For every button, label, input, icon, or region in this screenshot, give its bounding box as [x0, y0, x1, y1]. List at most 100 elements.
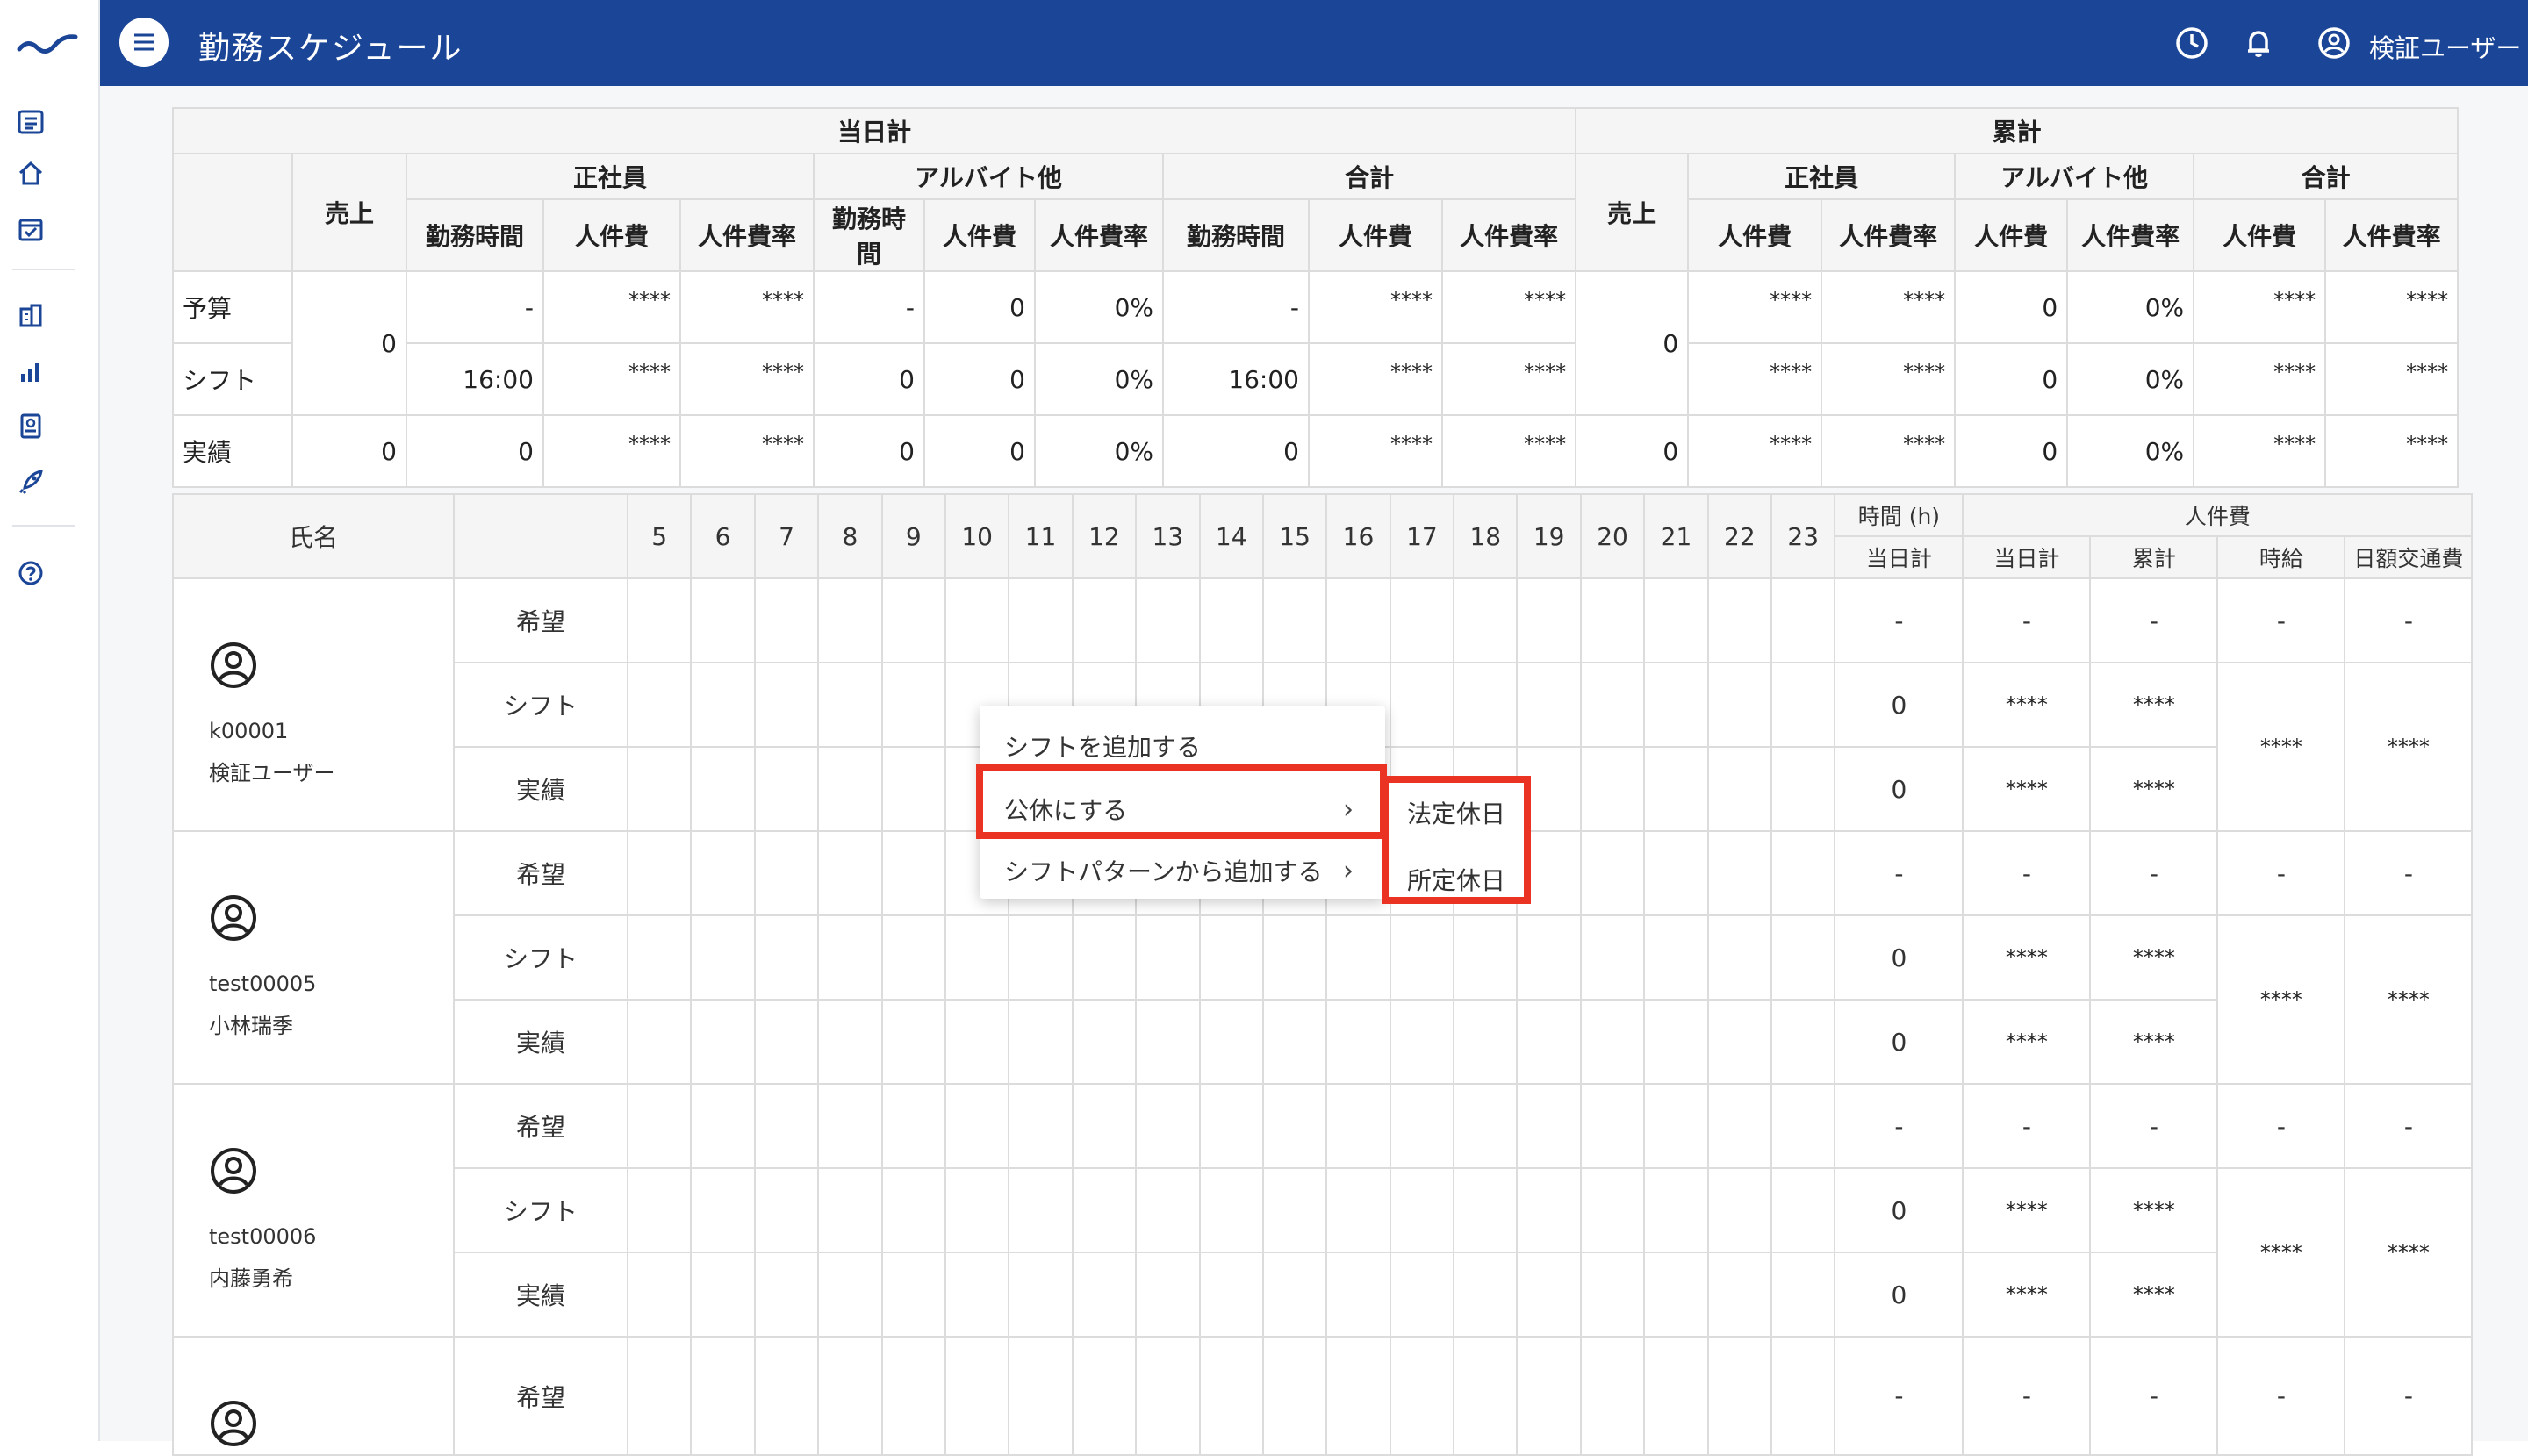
hour-cell[interactable]: [1389, 577, 1455, 663]
hour-cell[interactable]: [1135, 914, 1201, 1001]
hour-cell[interactable]: [1008, 1167, 1074, 1253]
hour-cell[interactable]: [1706, 1167, 1773, 1253]
hour-cell[interactable]: [880, 914, 946, 1001]
hour-cell[interactable]: [690, 830, 756, 916]
hour-cell[interactable]: [1770, 1336, 1836, 1456]
hour-cell[interactable]: [1579, 1336, 1646, 1456]
hour-cell[interactable]: [1071, 914, 1138, 1001]
hour-cell[interactable]: [1453, 662, 1519, 748]
hour-cell[interactable]: [1516, 662, 1582, 748]
hour-cell[interactable]: [1453, 999, 1519, 1085]
hour-cell[interactable]: [1198, 1336, 1264, 1456]
hour-cell[interactable]: [753, 577, 820, 663]
hour-cell[interactable]: [1071, 999, 1138, 1085]
hour-cell[interactable]: [1706, 1336, 1773, 1456]
hour-cell[interactable]: [1770, 830, 1836, 916]
hour-cell[interactable]: [1071, 1167, 1138, 1253]
hour-cell[interactable]: [1389, 662, 1455, 748]
hour-cell[interactable]: [880, 1336, 946, 1456]
hour-cell[interactable]: [1706, 577, 1773, 663]
hour-cell[interactable]: [1071, 1252, 1138, 1338]
hour-cell[interactable]: [1579, 1167, 1646, 1253]
legal-holiday-menu-item[interactable]: 法定休日: [1389, 786, 1524, 839]
hour-cell[interactable]: [1579, 1083, 1646, 1169]
hour-cell[interactable]: [1453, 914, 1519, 1001]
hour-cell[interactable]: [1706, 1252, 1773, 1338]
hour-cell[interactable]: [1516, 577, 1582, 663]
hour-cell[interactable]: [880, 830, 946, 916]
hour-cell[interactable]: [690, 1083, 756, 1169]
hour-cell[interactable]: [1643, 577, 1709, 663]
hour-cell[interactable]: [753, 830, 820, 916]
hour-cell[interactable]: [944, 914, 1010, 1001]
logo-wave-icon[interactable]: [16, 26, 79, 61]
hour-cell[interactable]: [1389, 914, 1455, 1001]
hour-cell[interactable]: [1325, 1083, 1391, 1169]
hour-cell[interactable]: [1198, 1252, 1264, 1338]
hour-cell[interactable]: [753, 914, 820, 1001]
hour-cell[interactable]: [944, 1336, 1010, 1456]
calendar-check-icon[interactable]: [14, 212, 47, 246]
hour-cell[interactable]: [880, 1252, 946, 1338]
hour-cell[interactable]: [880, 577, 946, 663]
hour-cell[interactable]: [690, 999, 756, 1085]
hour-cell[interactable]: [1261, 1083, 1328, 1169]
hour-cell[interactable]: [817, 914, 883, 1001]
hour-cell[interactable]: [690, 1167, 756, 1253]
hour-cell[interactable]: [1643, 1083, 1709, 1169]
hour-cell[interactable]: [1008, 914, 1074, 1001]
hour-cell[interactable]: [1135, 1083, 1201, 1169]
hour-cell[interactable]: [1261, 1252, 1328, 1338]
hour-cell[interactable]: [1453, 1167, 1519, 1253]
hour-cell[interactable]: [1706, 746, 1773, 832]
hour-cell[interactable]: [1516, 1083, 1582, 1169]
hour-cell[interactable]: [944, 1167, 1010, 1253]
hour-cell[interactable]: [626, 914, 693, 1001]
hour-cell[interactable]: [1453, 1336, 1519, 1456]
hour-cell[interactable]: [1579, 746, 1646, 832]
hour-cell[interactable]: [753, 746, 820, 832]
hour-cell[interactable]: [944, 1252, 1010, 1338]
hour-cell[interactable]: [626, 577, 693, 663]
hour-cell[interactable]: [1770, 1167, 1836, 1253]
hour-cell[interactable]: [753, 1252, 820, 1338]
hour-cell[interactable]: [944, 1083, 1010, 1169]
hour-cell[interactable]: [944, 577, 1010, 663]
bar-chart-icon[interactable]: [14, 355, 47, 388]
hour-cell[interactable]: [817, 999, 883, 1085]
hour-cell[interactable]: [817, 662, 883, 748]
hour-cell[interactable]: [944, 999, 1010, 1085]
list-icon[interactable]: [14, 105, 47, 139]
hour-cell[interactable]: [626, 1083, 693, 1169]
hour-cell[interactable]: [690, 914, 756, 1001]
hour-cell[interactable]: [626, 830, 693, 916]
hour-cell[interactable]: [753, 1167, 820, 1253]
hour-cell[interactable]: [1261, 999, 1328, 1085]
hour-cell[interactable]: [1198, 999, 1264, 1085]
hour-cell[interactable]: [1325, 1336, 1391, 1456]
hour-cell[interactable]: [880, 662, 946, 748]
hour-cell[interactable]: [1135, 577, 1201, 663]
hour-cell[interactable]: [1770, 746, 1836, 832]
hour-cell[interactable]: [1516, 1252, 1582, 1338]
hour-cell[interactable]: [1643, 1252, 1709, 1338]
hour-cell[interactable]: [1389, 1083, 1455, 1169]
hour-cell[interactable]: [1135, 1336, 1201, 1456]
hour-cell[interactable]: [1261, 577, 1328, 663]
hour-cell[interactable]: [1516, 1336, 1582, 1456]
hour-cell[interactable]: [1389, 1336, 1455, 1456]
employee-name-cell[interactable]: [172, 1336, 455, 1456]
hour-cell[interactable]: [1516, 1167, 1582, 1253]
hour-cell[interactable]: [1008, 1252, 1074, 1338]
hour-cell[interactable]: [1325, 577, 1391, 663]
hour-cell[interactable]: [1198, 1083, 1264, 1169]
hour-cell[interactable]: [1643, 746, 1709, 832]
hour-cell[interactable]: [1453, 1252, 1519, 1338]
rocket-icon[interactable]: [14, 465, 47, 498]
hour-cell[interactable]: [880, 999, 946, 1085]
hour-cell[interactable]: [1325, 1252, 1391, 1338]
hour-cell[interactable]: [626, 746, 693, 832]
hour-cell[interactable]: [1071, 1083, 1138, 1169]
hour-cell[interactable]: [1008, 1336, 1074, 1456]
hour-cell[interactable]: [1135, 1252, 1201, 1338]
